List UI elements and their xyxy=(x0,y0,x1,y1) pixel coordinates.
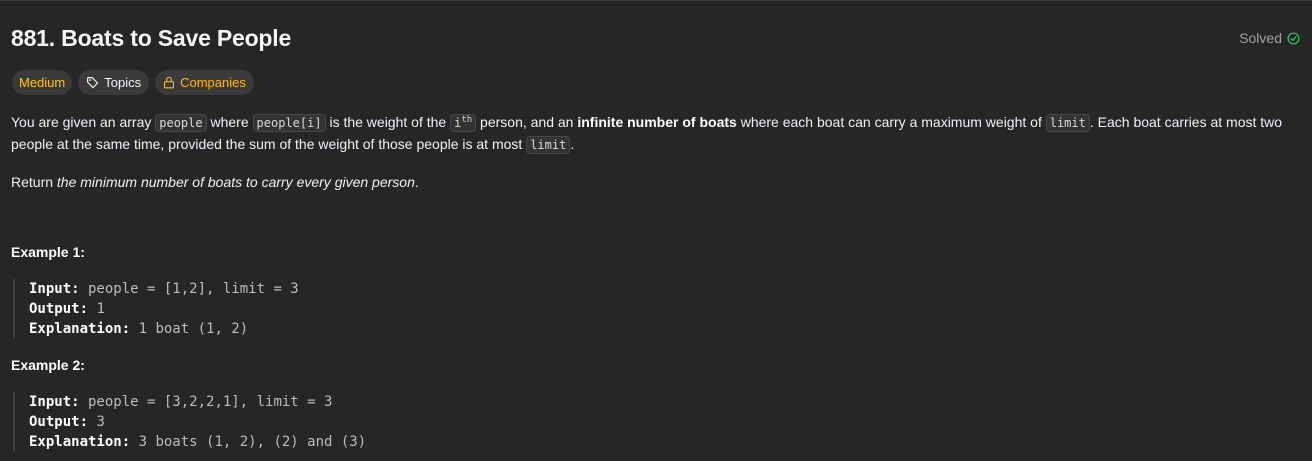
output-label: Output: xyxy=(29,414,89,430)
problem-tags: Medium Topics Companies xyxy=(12,70,254,95)
text-segment: You are given an array xyxy=(11,114,156,130)
check-circle-icon xyxy=(1287,31,1300,45)
input-label: Input: xyxy=(29,281,80,297)
output-value: 1 xyxy=(88,301,105,317)
solved-status: Solved xyxy=(1239,30,1300,46)
explanation-label: Explanation: xyxy=(29,434,131,450)
explanation-value: 1 boat (1, 2) xyxy=(130,321,249,337)
text-segment: is the weight of the xyxy=(325,114,451,130)
text-segment: where each boat can carry a maximum weig… xyxy=(736,114,1046,130)
problem-description-panel: 881. Boats to Save People Solved Medium … xyxy=(0,0,1312,461)
italic-text: the minimum number of boats to carry eve… xyxy=(56,174,415,190)
text-segment: where xyxy=(206,114,253,130)
text-segment: . xyxy=(414,174,419,190)
inline-code: people[i] xyxy=(252,114,326,132)
difficulty-badge[interactable]: Medium xyxy=(12,70,73,95)
topics-button[interactable]: Topics xyxy=(78,70,150,95)
code-superscript: th xyxy=(461,115,473,125)
input-value: people = [3,2,2,1], limit = 3 xyxy=(79,394,333,410)
inline-code: limit xyxy=(1045,114,1090,132)
text-segment: person, and an xyxy=(476,114,578,130)
companies-label: Companies xyxy=(180,75,246,90)
example-explanation-line: Explanation: 1 boat (1, 2) xyxy=(29,319,299,339)
example-2-title: Example 2: xyxy=(11,357,85,373)
output-value: 3 xyxy=(88,414,105,430)
example-1-block: Input: people = [1,2], limit = 3 Output: … xyxy=(13,279,299,339)
example-1-title: Example 1: xyxy=(11,244,85,260)
inline-code-ith: ith xyxy=(450,114,477,132)
explanation-label: Explanation: xyxy=(29,321,131,337)
inline-code: limit xyxy=(526,136,571,154)
explanation-value: 3 boats (1, 2), (2) and (3) xyxy=(130,434,367,450)
input-label: Input: xyxy=(29,394,80,410)
text-segment: . xyxy=(570,136,575,152)
text-segment: Return xyxy=(11,174,57,190)
difficulty-label: Medium xyxy=(19,75,66,90)
example-2-block: Input: people = [3,2,2,1], limit = 3 Outp… xyxy=(13,392,366,452)
output-label: Output: xyxy=(29,301,89,317)
topics-label: Topics xyxy=(104,75,142,90)
description-return-paragraph: Return the minimum number of boats to ca… xyxy=(11,172,1301,193)
tag-icon xyxy=(86,76,99,89)
example-output-line: Output: 1 xyxy=(29,299,299,319)
example-output-line: Output: 3 xyxy=(29,412,366,432)
example-explanation-line: Explanation: 3 boats (1, 2), (2) and (3) xyxy=(29,432,366,452)
companies-button[interactable]: Companies xyxy=(155,70,254,95)
solved-label: Solved xyxy=(1239,30,1282,46)
problem-title[interactable]: 881. Boats to Save People xyxy=(11,25,291,52)
example-input-line: Input: people = [1,2], limit = 3 xyxy=(29,279,299,299)
bold-text: infinite number of boats xyxy=(577,114,737,130)
problem-description: You are given an array people where peop… xyxy=(11,112,1301,193)
lock-icon xyxy=(163,76,175,89)
description-paragraph: You are given an array people where peop… xyxy=(11,112,1301,156)
inline-code: people xyxy=(155,114,207,132)
example-input-line: Input: people = [3,2,2,1], limit = 3 xyxy=(29,392,366,412)
input-value: people = [1,2], limit = 3 xyxy=(79,281,299,297)
